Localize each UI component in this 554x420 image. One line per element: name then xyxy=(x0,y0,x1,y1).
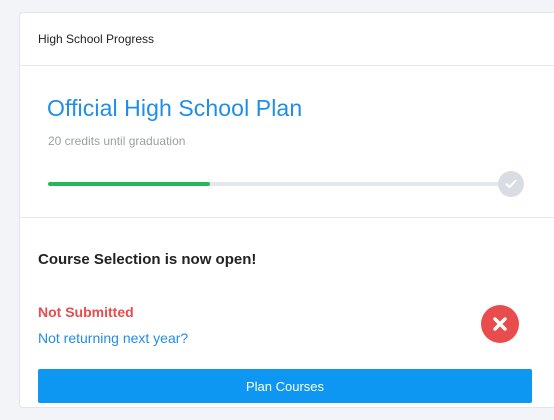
x-circle-icon xyxy=(481,305,519,343)
card-header: High School Progress xyxy=(20,13,554,66)
not-returning-link[interactable]: Not returning next year? xyxy=(38,330,188,346)
progress-bar-fill xyxy=(48,182,210,186)
graduation-milestone xyxy=(498,171,524,197)
card-header-title: High School Progress xyxy=(38,32,155,46)
check-icon xyxy=(505,179,517,188)
credits-remaining: 20 credits until graduation xyxy=(48,134,186,148)
close-icon xyxy=(493,317,507,331)
plan-title[interactable]: Official High School Plan xyxy=(47,95,302,122)
high-school-progress-card: High School Progress Official High Schoo… xyxy=(19,12,554,408)
plan-section: Official High School Plan 20 credits unt… xyxy=(20,66,554,218)
submission-status: Not Submitted xyxy=(38,304,134,320)
graduation-progress-bar xyxy=(48,182,510,186)
course-selection-section: Course Selection is now open! Not Submit… xyxy=(20,218,554,408)
plan-courses-button[interactable]: Plan Courses xyxy=(38,369,532,403)
course-selection-title: Course Selection is now open! xyxy=(38,251,257,268)
